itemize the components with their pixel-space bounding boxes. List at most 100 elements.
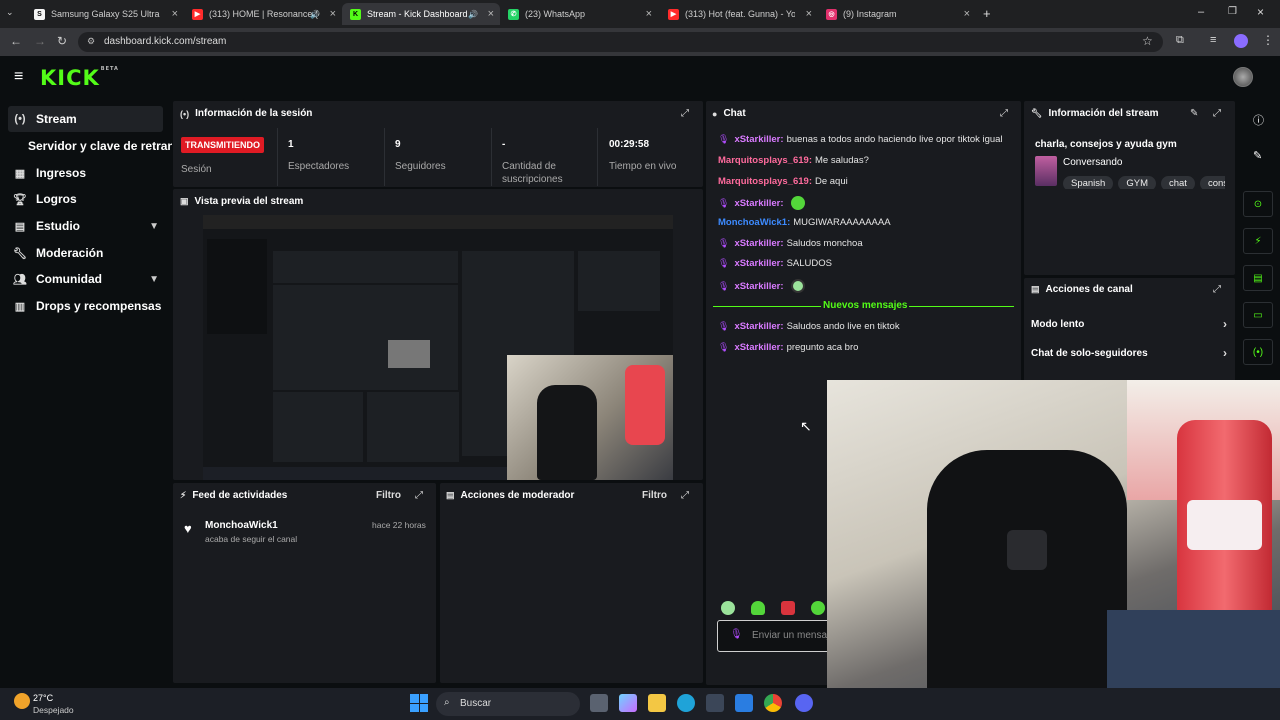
edit-pencil-icon[interactable]: ✎ [1253,149,1262,162]
expand-icon[interactable]: ⤢ [1213,284,1221,295]
store-icon[interactable] [706,694,724,712]
address-bar[interactable]: dashboard.kick.com/stream [78,32,1163,52]
chat-username[interactable]: xStarkiller: [734,258,783,269]
extensions-icon[interactable]: ⧉ [1176,34,1184,47]
expand-icon[interactable]: ⤢ [415,490,423,501]
thumb-browser-bar [203,215,673,229]
emote-ghost-icon[interactable] [751,601,765,615]
browser-tab-active[interactable]: K Stream - Kick Dashboard 🔊 × [342,3,500,25]
edge-icon[interactable] [677,694,695,712]
action-followers-only[interactable]: Chat de solo-seguidores › [1031,346,1227,360]
sidebar-item-studio[interactable]: ▤ Estudio ▼ [8,213,163,239]
sidebar-item-achievements[interactable]: 🏆︎ Logros [8,186,163,212]
tag[interactable]: GYM [1118,176,1156,189]
bookmark-star-icon[interactable]: ☆ [1142,34,1153,48]
chat-username[interactable]: xStarkiller: [734,198,783,209]
close-tab-icon[interactable]: × [806,8,812,20]
weather-sun-icon[interactable] [14,693,30,709]
taskbar-search[interactable]: ⌕ Buscar [436,692,580,716]
browser-tab[interactable]: ✆ (23) WhatsApp × [500,3,658,25]
edit-pencil-icon[interactable]: ✎ [1190,108,1198,119]
browser-tab[interactable]: S Samsung Galaxy S25 Ultra Negro × [26,3,184,25]
rail-document-icon[interactable]: ▤ [1243,265,1273,291]
close-tab-icon[interactable]: × [964,8,970,20]
new-tab-icon[interactable]: + [983,6,991,21]
emote-robot-icon[interactable] [781,601,795,615]
browser-tab[interactable]: ◎ (9) Instagram × [818,3,976,25]
hamburger-menu-icon[interactable]: ≡ [14,68,23,86]
action-slow-mode[interactable]: Modo lento › [1031,317,1227,331]
chat-username[interactable]: xStarkiller: [734,134,783,145]
file-explorer-icon[interactable] [648,694,666,712]
close-tab-icon[interactable]: × [488,8,494,20]
kick-logo[interactable]: KICKBETA [40,66,119,90]
task-view-icon[interactable] [590,694,608,712]
sidebar-item-moderation[interactable]: 🔧︎ Moderación [8,240,163,266]
audio-icon[interactable]: 🔊 [468,10,478,19]
expand-icon[interactable]: ⤢ [681,108,689,119]
site-info-icon[interactable]: ⚙ [87,36,95,47]
back-icon[interactable]: ← [10,34,22,48]
sidebar-item-server-key[interactable]: Servidor y clave de retransmisión [24,133,172,159]
expand-icon[interactable]: ⤢ [681,490,689,501]
mod-filter-button[interactable]: Filtro [642,490,667,501]
rail-lightning-icon[interactable]: ⚡︎ [1243,228,1273,254]
chevron-down-icon[interactable]: ▼ [149,221,159,232]
audio-icon[interactable]: 🔊 [310,10,320,19]
close-tab-icon[interactable]: × [330,8,336,20]
sidebar-item-drops[interactable]: ▥ Drops y recompensas [8,293,163,319]
expand-icon[interactable]: ⤢ [1000,108,1008,119]
rail-broadcast-icon[interactable]: (•) [1243,339,1273,365]
tab-search-icon[interactable]: ⌄ [6,7,14,18]
divider [491,128,492,186]
chat-username[interactable]: xStarkiller: [734,238,783,249]
browser-menu-icon[interactable]: ⋮ [1262,33,1274,47]
discord-icon[interactable] [795,694,813,712]
chat-username[interactable]: Marquitosplays_619: [718,176,812,187]
browser-tab[interactable]: ▶ (313) HOME | Resonance (4 🔊 × [184,3,342,25]
weather-temp[interactable]: 27°C [33,693,53,703]
chrome-icon[interactable] [764,694,782,712]
mic-badge-icon: 🎙︎ [718,197,730,208]
emote-smile-icon[interactable] [811,601,825,615]
sidebar-item-income[interactable]: ▦ Ingresos [8,160,163,186]
stream-category[interactable]: Conversando [1063,157,1122,168]
mouse-cursor-icon: ↖ [800,418,812,434]
profile-avatar-icon[interactable] [1234,34,1248,48]
chat-username[interactable]: xStarkiller: [734,281,783,292]
user-avatar[interactable] [1233,67,1253,87]
sidebar-item-community[interactable]: 👥︎ Comunidad ▼ [8,266,163,292]
chevron-down-icon[interactable]: ▼ [149,274,159,285]
stream-preview-video[interactable] [203,215,673,480]
minimize-icon[interactable]: – [1198,6,1204,18]
chat-username[interactable]: MonchoaWick1: [718,217,790,228]
close-window-icon[interactable]: × [1257,5,1264,19]
chat-username[interactable]: xStarkiller: [734,321,783,332]
sidebar-item-stream[interactable]: (•) Stream [8,106,163,132]
feed-filter-button[interactable]: Filtro [376,490,401,501]
info-icon[interactable]: ⓘ [1253,112,1264,128]
weather-condition: Despejado [33,705,74,715]
mail-icon[interactable] [735,694,753,712]
tag[interactable]: chat [1160,176,1195,189]
chat-username[interactable]: xStarkiller: [734,342,783,353]
stat-value: - [502,139,506,150]
chat-username[interactable]: Marquitosplays_619: [718,155,812,166]
expand-icon[interactable]: ⤢ [1213,108,1221,119]
forward-icon[interactable]: → [34,34,46,48]
close-tab-icon[interactable]: × [172,8,178,20]
restore-icon[interactable]: ❐ [1228,6,1237,17]
media-control-icon[interactable]: ≡ [1210,34,1216,46]
close-tab-icon[interactable]: × [646,8,652,20]
feed-user[interactable]: MonchoaWick1 [205,520,278,531]
rail-camera-icon[interactable]: ⊙ [1243,191,1273,217]
emote-skull-icon[interactable] [721,601,735,615]
tag[interactable]: Spanish [1063,176,1114,189]
reload-icon[interactable]: ↻ [57,34,67,48]
windows-start-icon[interactable] [410,694,428,712]
browser-tab[interactable]: ▶ (313) Hot (feat. Gunna) - YouTu × [660,3,818,25]
tag[interactable]: consejos [1199,176,1225,189]
copilot-icon[interactable] [619,694,637,712]
category-thumbnail[interactable] [1035,156,1057,186]
rail-chat-icon[interactable]: ▭ [1243,302,1273,328]
